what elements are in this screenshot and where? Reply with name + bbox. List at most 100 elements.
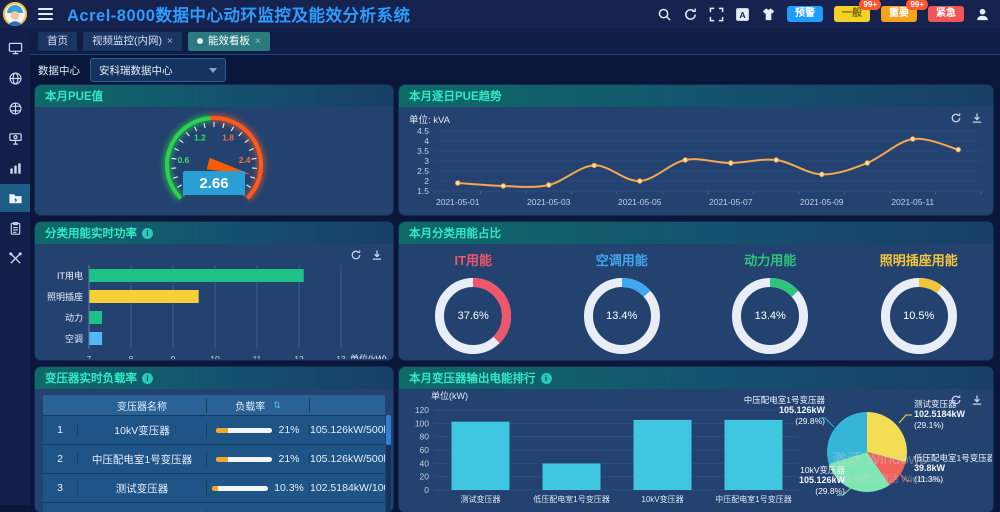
chart-refresh-icon[interactable]	[350, 249, 362, 261]
info-icon[interactable]: i	[541, 373, 552, 384]
svg-text:60: 60	[420, 445, 430, 455]
table-row[interactable]: 4 低压配电室1号变压器 8% 39.8kW/500kVA	[43, 503, 385, 512]
sidebar-item-reports[interactable]	[0, 214, 30, 242]
svg-text:4: 4	[424, 136, 429, 146]
alarm-badge: 99+	[906, 0, 928, 10]
info-icon[interactable]: i	[142, 373, 153, 384]
panel-daily-pue-trend: 本月逐日PUE趋势 单位: kVA 1.522.533.544.52021-05…	[399, 85, 993, 215]
sidebar	[0, 0, 30, 505]
sidebar-item-settings[interactable]	[0, 244, 30, 272]
chart-tools	[950, 112, 983, 124]
donut-percent: 37.6%	[431, 274, 515, 358]
row-index: 1	[43, 424, 78, 436]
table-scrollbar[interactable]	[386, 415, 391, 512]
chart-download-icon[interactable]	[971, 394, 983, 406]
panel-output-energy-rank: 本月变压器输出电能排行i 020406080100120单位(kW)测试变压器低…	[399, 367, 993, 512]
svg-text:2021-05-03: 2021-05-03	[527, 197, 571, 207]
table-row[interactable]: 2 中压配电室1号变压器 21% 105.126kW/500kVA	[43, 445, 385, 474]
fullscreen-icon[interactable]	[709, 7, 724, 22]
category-power-chart: 78910111213IT用电照明插座动力空调单位(kW)	[35, 259, 393, 359]
alarm-button-warning[interactable]: 预警	[787, 6, 823, 22]
user-icon[interactable]	[975, 7, 990, 22]
donut-title: IT用能	[454, 250, 492, 269]
svg-text:照明插座: 照明插座	[47, 291, 83, 302]
transformer-name: 中压配电室1号变压器	[78, 452, 207, 467]
table-row[interactable]: 1 10kV变压器 21% 105.126kW/500kVA	[43, 416, 385, 445]
load-rate-cell: 21%	[207, 453, 310, 465]
table-row[interactable]: 3 测试变压器 10.3% 102.5184kW/1000kVA	[43, 474, 385, 503]
pie-label: 低压配电室1号变压器39.8kW(11.3%)	[914, 453, 992, 484]
chart-download-icon[interactable]	[971, 112, 983, 124]
svg-text:2021-05-05: 2021-05-05	[618, 197, 662, 207]
donut-charts-row: IT用能37.6%3175.20 kWh空调用能13.4%1130.50 kWh…	[399, 244, 993, 360]
donut-percent: 10.5%	[877, 274, 961, 358]
sidebar-item-monitor[interactable]	[0, 34, 30, 62]
pue-trend-chart: 1.522.533.544.52021-05-012021-05-032021-…	[399, 125, 993, 215]
sidebar-item-statistics[interactable]	[0, 154, 30, 182]
chart-refresh-icon[interactable]	[950, 112, 962, 124]
svg-text:2021-05-09: 2021-05-09	[800, 197, 844, 207]
font-size-icon[interactable]: A	[735, 7, 750, 22]
svg-text:2: 2	[424, 176, 429, 186]
svg-text:9: 9	[171, 354, 176, 359]
menu-toggle-icon[interactable]	[38, 8, 53, 20]
svg-text:2021-05-07: 2021-05-07	[709, 197, 753, 207]
row-index: 2	[43, 453, 78, 465]
scrollbar-thumb[interactable]	[386, 415, 391, 445]
panel-title: 本月PUE值	[35, 85, 393, 107]
sidebar-item-network[interactable]	[0, 64, 30, 92]
theme-icon[interactable]	[761, 7, 776, 22]
panel-title: 本月分类用能占比	[399, 222, 993, 244]
chart-tools	[950, 394, 983, 406]
user-avatar[interactable]	[3, 2, 27, 26]
header-toolbar: A 预警 一般99+ 重要99+ 紧急	[657, 6, 1000, 22]
alarm-button-general[interactable]: 一般99+	[834, 6, 870, 22]
unit-label: 单位: kVA	[409, 112, 450, 126]
monitor-icon	[8, 41, 23, 56]
pie-label: 10kV变压器105.126kW(29.8%)	[753, 465, 845, 496]
alarm-badge: 99+	[859, 0, 881, 10]
tab-video-monitor[interactable]: 视频监控(内网)×	[83, 32, 182, 51]
chart-download-icon[interactable]	[371, 249, 383, 261]
svg-text:20: 20	[420, 472, 430, 482]
filter-row: 数据中心 安科瑞数据中心	[38, 58, 226, 82]
close-tab-icon[interactable]: ×	[255, 32, 261, 51]
panel-title: 本月逐日PUE趋势	[399, 85, 993, 107]
panel-monthly-pue: 本月PUE值 00.61.21.82.432.66	[35, 85, 393, 215]
svg-text:4.5: 4.5	[417, 126, 429, 136]
svg-text:8: 8	[129, 354, 134, 359]
chart-tools	[350, 249, 383, 261]
svg-text:10: 10	[210, 354, 220, 359]
svg-text:低压配电室1号变压器: 低压配电室1号变压器	[533, 494, 609, 504]
svg-text:10kV变压器: 10kV变压器	[641, 494, 683, 504]
svg-text:单位(kW): 单位(kW)	[431, 390, 468, 401]
alarm-button-critical[interactable]: 紧急	[928, 6, 964, 22]
sidebar-item-web[interactable]	[0, 94, 30, 122]
table-header: 变压器名称 负载率⇅	[43, 395, 385, 416]
close-tab-icon[interactable]: ×	[167, 32, 173, 51]
svg-text:2021-05-01: 2021-05-01	[436, 197, 480, 207]
active-dot-icon	[197, 38, 203, 44]
svg-text:1.8: 1.8	[222, 132, 234, 142]
app-header: Acrel-8000数据中心动环监控及能效分析系统 A 预警 一般99+ 重要9…	[0, 0, 1000, 28]
alarm-button-important[interactable]: 重要99+	[881, 6, 917, 22]
donut-title: 动力用能	[744, 250, 796, 269]
load-bar	[212, 486, 268, 491]
refresh-icon[interactable]	[683, 7, 698, 22]
globe2-icon	[8, 101, 23, 116]
info-icon[interactable]: i	[142, 228, 153, 239]
search-icon[interactable]	[657, 7, 672, 22]
sidebar-item-devices[interactable]	[0, 124, 30, 152]
datacenter-select[interactable]: 安科瑞数据中心	[90, 58, 226, 82]
sort-icon[interactable]: ⇅	[273, 400, 281, 411]
tab-home[interactable]: 首页	[38, 32, 77, 51]
load-percent: 21%	[278, 453, 299, 465]
svg-text:IT用电: IT用电	[57, 270, 83, 281]
donut-chart: 10.5%	[877, 274, 961, 358]
sidebar-item-energy[interactable]	[0, 184, 30, 212]
tab-energy-board[interactable]: 能效看板×	[188, 32, 270, 51]
donut-chart: 37.6%	[431, 274, 515, 358]
chart-refresh-icon[interactable]	[950, 394, 962, 406]
svg-text:12: 12	[294, 354, 304, 359]
load-bar	[216, 428, 272, 433]
